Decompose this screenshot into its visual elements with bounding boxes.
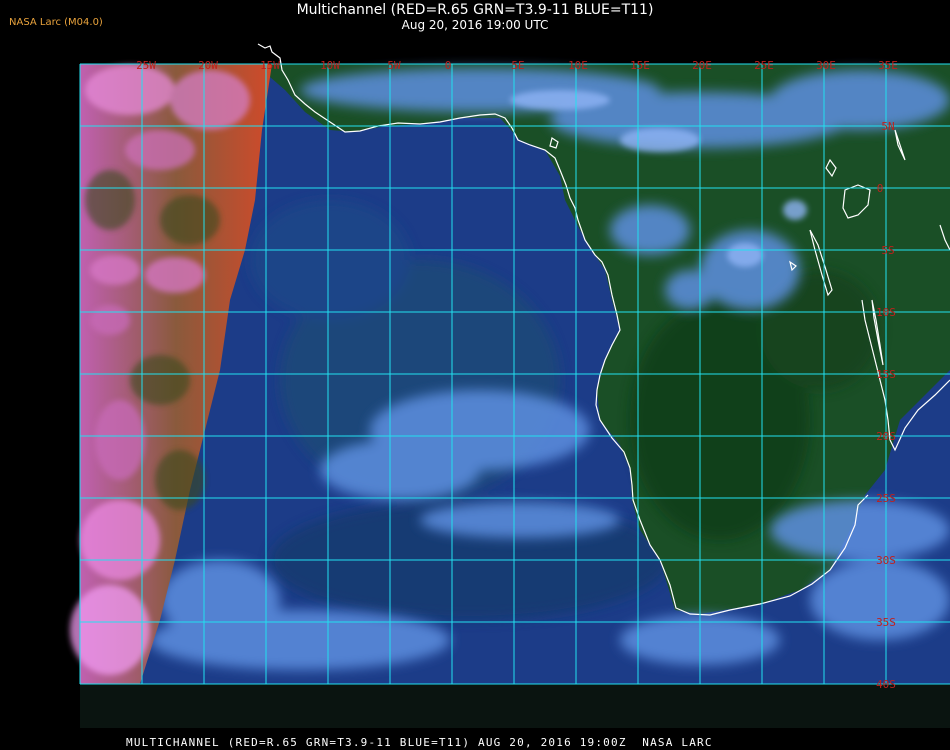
lat-label: 5N <box>881 120 894 133</box>
lat-label: 30S <box>876 554 896 567</box>
lon-label: 10W <box>320 59 340 72</box>
lon-label: 10E <box>568 59 588 72</box>
lon-label: 0 <box>445 59 452 72</box>
lat-label: 40S <box>876 678 896 691</box>
lat-label: 15S <box>876 368 896 381</box>
lat-label: 25S <box>876 492 896 505</box>
lon-label: 20E <box>692 59 712 72</box>
lon-label: 5E <box>511 59 524 72</box>
lat-label: 35S <box>876 616 896 629</box>
lon-label: 5W <box>387 59 401 72</box>
lon-label: 15E <box>630 59 650 72</box>
lat-label: 20S <box>876 430 896 443</box>
scan-edge-band <box>80 684 950 728</box>
satellite-map: 25W 20W 15W 10W 5W 0 5E 10E 15E 20E 25E … <box>70 43 950 728</box>
lon-label: 20W <box>198 59 218 72</box>
lat-label: 5S <box>881 244 894 257</box>
lon-label: 25E <box>754 59 774 72</box>
footer-caption: MULTICHANNEL (RED=R.65 GRN=T3.9-11 BLUE=… <box>126 736 713 749</box>
lon-label: 25W <box>136 59 156 72</box>
lat-label: 0 <box>877 182 884 195</box>
lat-label: 10S <box>876 306 896 319</box>
lon-label: 35E <box>878 59 898 72</box>
lon-label: 15W <box>260 59 280 72</box>
lon-label: 30E <box>816 59 836 72</box>
